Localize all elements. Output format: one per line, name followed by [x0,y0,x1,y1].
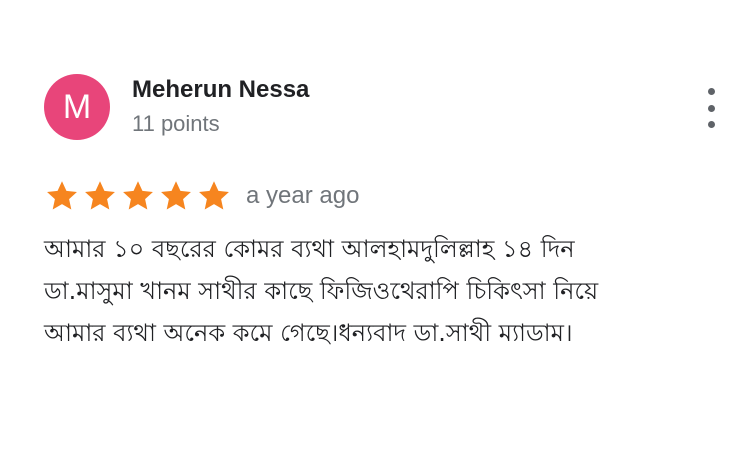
rating-row: a year ago [44,176,359,216]
review-time: a year ago [246,182,360,209]
star-icon [85,181,115,210]
author-points: 11 points [132,111,220,136]
more-vert-icon [707,88,715,95]
star-icon [161,181,191,210]
review-text-line: আমার ব্যথা অনেক কমে গেছে।ধন্যবাদ ডা.সাথী… [44,319,573,347]
author-name[interactable]: Meherun Nessa [132,76,309,104]
review-text-line: ডা.মাসুমা খানম সাথীর কাছে ফিজিওথেরাপি চি… [44,277,599,305]
more-vert-icon-dot [707,104,715,112]
more-options-button[interactable] [696,88,726,128]
avatar-initial: M [62,87,92,126]
avatar[interactable]: M [44,74,110,140]
review-text: আমার ১০ বছরের কোমর ব্যথা আলহামদুলিল্লাহ … [44,228,694,354]
review-text-line: আমার ১০ বছরের কোমর ব্যথা আলহামদুলিল্লাহ … [44,235,575,263]
star-icon [199,181,229,210]
star-icon [123,181,153,210]
review-card: M Meherun Nessa 11 points a year ago আমা… [0,0,742,450]
more-vert-icon-dot [707,121,715,128]
star-icon [47,181,77,210]
star-rating [44,178,234,214]
